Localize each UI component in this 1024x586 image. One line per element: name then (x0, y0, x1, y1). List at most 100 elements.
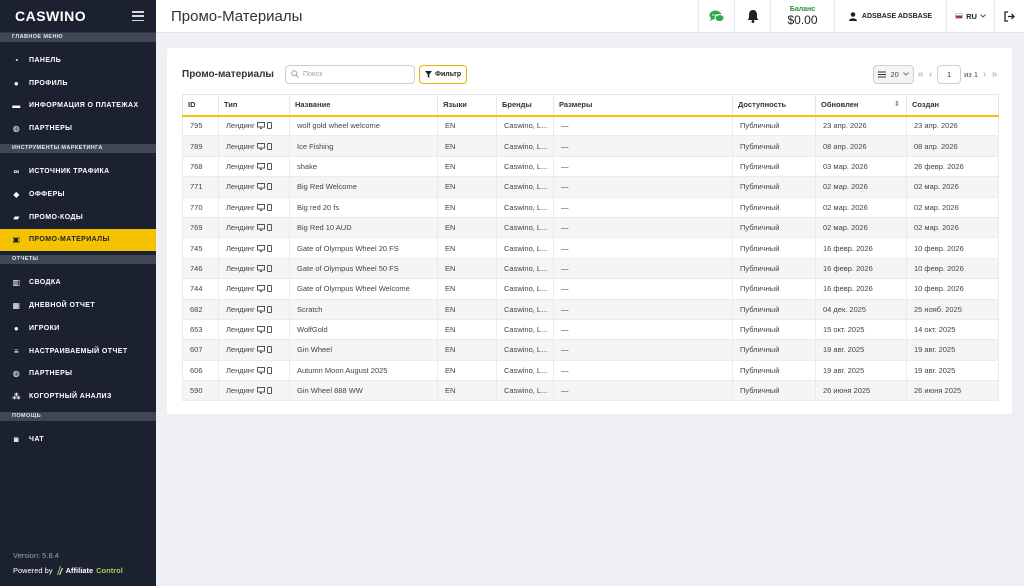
per-page-select[interactable]: 20 (873, 64, 915, 84)
table-row[interactable]: 769 Лендинг Big Red 10 AUD EN Caswino, L... —… (182, 216, 999, 239)
filter-button[interactable]: Фильтр (419, 64, 468, 84)
table-cell: 26 февр. 2026 (906, 155, 999, 178)
table-cell: EN (437, 298, 497, 320)
table-row[interactable]: 606 Лендинг Autumn Moon August 2025 EN Caswi… (182, 359, 999, 382)
table-row[interactable]: 746 Лендинг Gate of Olympus Wheel 50 FS EN C… (182, 257, 999, 280)
table-row[interactable]: 682 Лендинг Scratch EN Caswino, L... — Публичн… (182, 298, 999, 320)
sidebar-item[interactable]: ◍ ПАРТНЕРЫ (0, 117, 156, 140)
sidebar-item[interactable]: ▥ СВОДКА (0, 271, 156, 294)
table-cell: — (553, 339, 733, 361)
app-logo[interactable]: CASWINO (15, 8, 86, 24)
table-cell: 26 июня 2025 (815, 380, 907, 402)
table-row[interactable]: 744 Лендинг Gate of Olympus Wheel Welcome E… (182, 278, 999, 300)
table-row[interactable]: 771 Лендинг Big Red Welcome EN Caswino, L...… (182, 176, 999, 198)
column-header[interactable]: Создан (906, 94, 999, 117)
table-cell: Лендинг (218, 339, 290, 361)
column-header-label: Размеры (559, 100, 593, 110)
table-row[interactable]: 789 Лендинг Ice Fishing EN Caswino, L... — Пуб… (182, 135, 999, 157)
column-header[interactable]: Размеры (553, 94, 733, 117)
search-input[interactable] (303, 70, 403, 78)
table-cell: Caswino, L... (496, 339, 554, 361)
sidebar-item[interactable]: ◆ ОФФЕРЫ (0, 183, 156, 206)
table-cell: 10 февр. 2026 (906, 257, 999, 280)
sidebar-item[interactable]: ∞ ИСТОЧНИК ТРАФИКА (0, 160, 156, 183)
balance-widget[interactable]: Баланс $0.00 (770, 0, 834, 33)
column-header[interactable]: Бренды (496, 94, 554, 117)
sidebar-item[interactable]: ▦ ДНЕВНОЙ ОТЧЕТ (0, 294, 156, 317)
balance-value: $0.00 (787, 12, 818, 27)
table-cell: 771 (182, 176, 219, 198)
sidebar-item[interactable]: ▰ ПРОМО-КОДЫ (0, 206, 156, 229)
link-icon: ∞ (13, 167, 20, 177)
type-cell: Лендинг (226, 162, 289, 171)
user-menu[interactable]: ADSBASE ADSBASE (834, 0, 946, 33)
sidebar-item[interactable]: ● ИГРОКИ (0, 317, 156, 340)
desktop-icon (256, 203, 265, 211)
menu-toggle-icon[interactable] (132, 11, 144, 21)
table-cell: EN (437, 380, 497, 402)
logout-button[interactable] (994, 0, 1024, 33)
sidebar-item[interactable]: ◙ ЧАТ (0, 428, 156, 451)
column-header[interactable]: Языки (437, 94, 497, 117)
table-cell: EN (437, 237, 497, 259)
powered-brand-control[interactable]: Control (96, 566, 123, 575)
mobile-icon (266, 224, 272, 232)
sidebar-item[interactable]: ● ПРОФИЛЬ (0, 72, 156, 95)
table-row[interactable]: 795 Лендинг wolf gold wheel welcome EN Caswi… (182, 114, 999, 137)
sidebar-menu-group: ∞ ИСТОЧНИК ТРАФИКА ◆ ОФФЕРЫ ▰ ПРОМО-КОДЫ ▣ ПРОМ… (0, 153, 156, 255)
sidebar-item[interactable]: ⁂ КОГОРТНЫЙ АНАЛИЗ (0, 385, 156, 408)
table-cell: 768 (182, 155, 219, 178)
chat-button[interactable] (698, 0, 734, 33)
type-label: Лендинг (226, 386, 255, 396)
last-page-icon[interactable]: » (991, 69, 998, 80)
type-label: Лендинг (226, 304, 255, 314)
table-cell: Публичный (732, 216, 816, 239)
sort-icon[interactable]: ⇕ (894, 100, 900, 108)
table-cell: EN (437, 196, 497, 218)
table-cell: Gin Wheel (289, 339, 438, 361)
column-header[interactable]: ID (182, 94, 219, 117)
sidebar-item[interactable]: ◍ ПАРТНЕРЫ (0, 363, 156, 386)
next-page-icon[interactable]: › (981, 69, 988, 80)
table-row[interactable]: 653 Лендинг WolfGold EN Caswino, L... — Публич… (182, 318, 999, 341)
language-select[interactable]: RU (946, 0, 994, 33)
chart-icon: ▥ (12, 278, 21, 288)
column-header[interactable]: Доступность (732, 94, 816, 117)
table-row[interactable]: 590 Лендинг Gin Wheel 888 WW EN Caswino, L..… (182, 380, 999, 402)
table-cell: 606 (182, 359, 219, 382)
sidebar-item[interactable]: ≡ НАСТРАИВАЕМЫЙ ОТЧЕТ (0, 340, 156, 363)
promo-materials-table: ID Тип Название Языки Бренды Размеры Доступнос… (182, 94, 999, 402)
column-header-label: ID (188, 100, 196, 110)
sidebar-item-label: ПАРТНЕРЫ (29, 125, 73, 133)
sidebar-item-label: ЧАТ (29, 436, 45, 444)
column-header[interactable]: Тип (218, 94, 290, 117)
table-cell: Gate of Olympus Wheel 50 FS (289, 257, 438, 280)
powered-brand-affiliate[interactable]: Affiliate (66, 566, 94, 575)
desktop-icon (256, 224, 265, 232)
search-box[interactable] (285, 64, 415, 84)
sidebar-item[interactable]: ▣ ПРОМО-МАТЕРИАЛЫ (0, 228, 156, 252)
column-header[interactable]: Обновлен ⇕ (815, 94, 907, 117)
sidebar-item[interactable]: ▬ ИНФОРМАЦИЯ О ПЛАТЕЖАХ (0, 95, 156, 118)
sidebar-item[interactable]: ◔ ПАНЕЛЬ (0, 49, 156, 72)
per-page-value: 20 (890, 69, 899, 79)
page-number-input[interactable] (937, 64, 962, 84)
table-row[interactable]: 745 Лендинг Gate of Olympus Wheel 20 FS EN C… (182, 237, 999, 259)
mobile-icon (266, 142, 272, 150)
table-row[interactable]: 770 Лендинг Big red 20 fs EN Caswino, L... — П… (182, 196, 999, 218)
prev-page-icon[interactable]: ‹ (927, 69, 934, 80)
card-title: Промо-материалы (182, 68, 274, 80)
notifications-button[interactable] (734, 0, 770, 33)
table-cell: 02 мар. 2026 (815, 176, 907, 198)
table-cell: Caswino, L... (496, 114, 554, 137)
table-cell: 746 (182, 257, 219, 280)
table-row[interactable]: 607 Лендинг Gin Wheel EN Caswino, L... — Публи… (182, 339, 999, 361)
table-cell: Caswino, L... (496, 216, 554, 239)
table-row[interactable]: 768 Лендинг shake EN Caswino, L... — Публичный… (182, 155, 999, 178)
column-header[interactable]: Название (289, 94, 438, 117)
table-cell: shake (289, 155, 438, 178)
type-label: Лендинг (226, 161, 255, 171)
sidebar-item-label: ПРОФИЛЬ (29, 79, 68, 87)
first-page-icon[interactable]: « (917, 69, 924, 80)
table-cell: Ice Fishing (289, 135, 438, 157)
